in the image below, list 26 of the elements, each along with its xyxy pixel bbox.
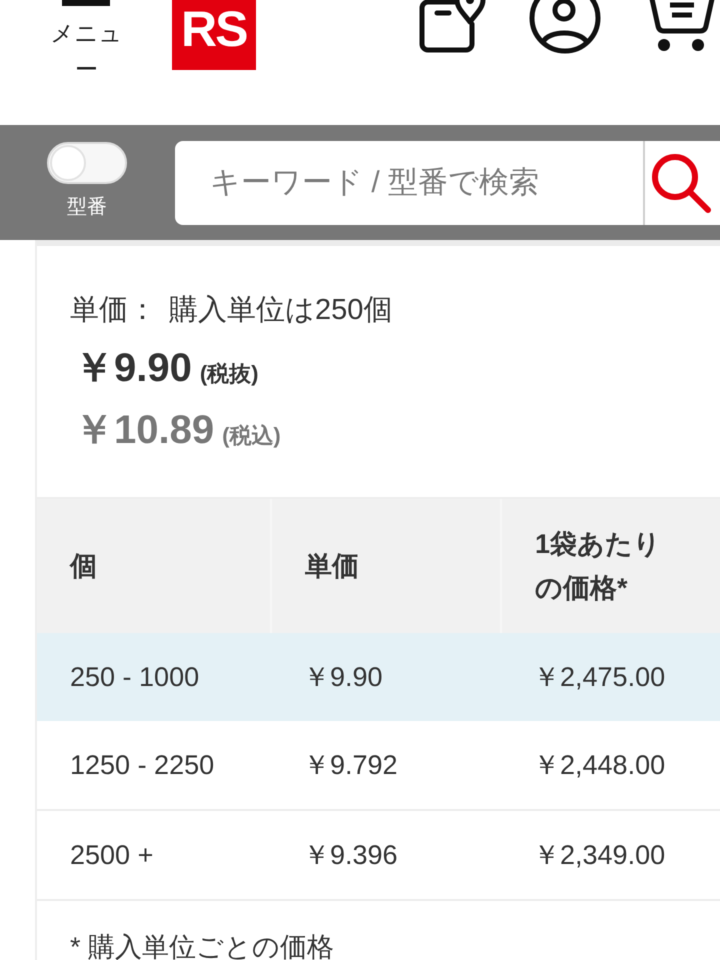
table-cell-text: 250 - 1000 (69, 660, 200, 694)
price-amount: ￥10.89 (74, 407, 214, 454)
table-cell-text: ￥2,475.00 (532, 661, 666, 694)
price-amount: ￥9.90 (74, 345, 192, 392)
footnote: * 購入単位ごとの価格 (69, 931, 336, 960)
table-cell-text: 1250 - 2250 (69, 748, 216, 782)
table-cell-text: ￥9.792 (302, 749, 399, 782)
table-cell-text: ￥9.396 (302, 839, 399, 872)
logo[interactable]: RS (172, 0, 256, 70)
price-row[interactable]: 250 - 1000 ￥9.90 ￥2,475.00 (37, 633, 720, 721)
toggle-label: 型番 (67, 195, 107, 219)
search-field[interactable]: キーワード / 型番で検索 (175, 141, 643, 225)
menu-button[interactable]: メニュー (46, 0, 127, 87)
table-cell-text: ￥2,349.00 (532, 839, 666, 872)
unit-price-label: 単価： (70, 293, 157, 328)
column-header: 個 (68, 550, 98, 583)
table-cell-text: ￥9.90 (302, 661, 384, 694)
tax-note: (税抜) (200, 360, 259, 388)
search-button[interactable] (643, 141, 720, 225)
user-icon[interactable] (529, 0, 601, 54)
search-icon (650, 152, 712, 214)
tax-note: (税込) (222, 422, 281, 450)
table-cell-text: 2500 + (69, 838, 154, 872)
part-number-toggle[interactable] (47, 142, 127, 184)
purchase-unit-text: 購入単位は250個 (169, 293, 392, 328)
table-cell-text: ￥2,448.00 (532, 749, 666, 782)
